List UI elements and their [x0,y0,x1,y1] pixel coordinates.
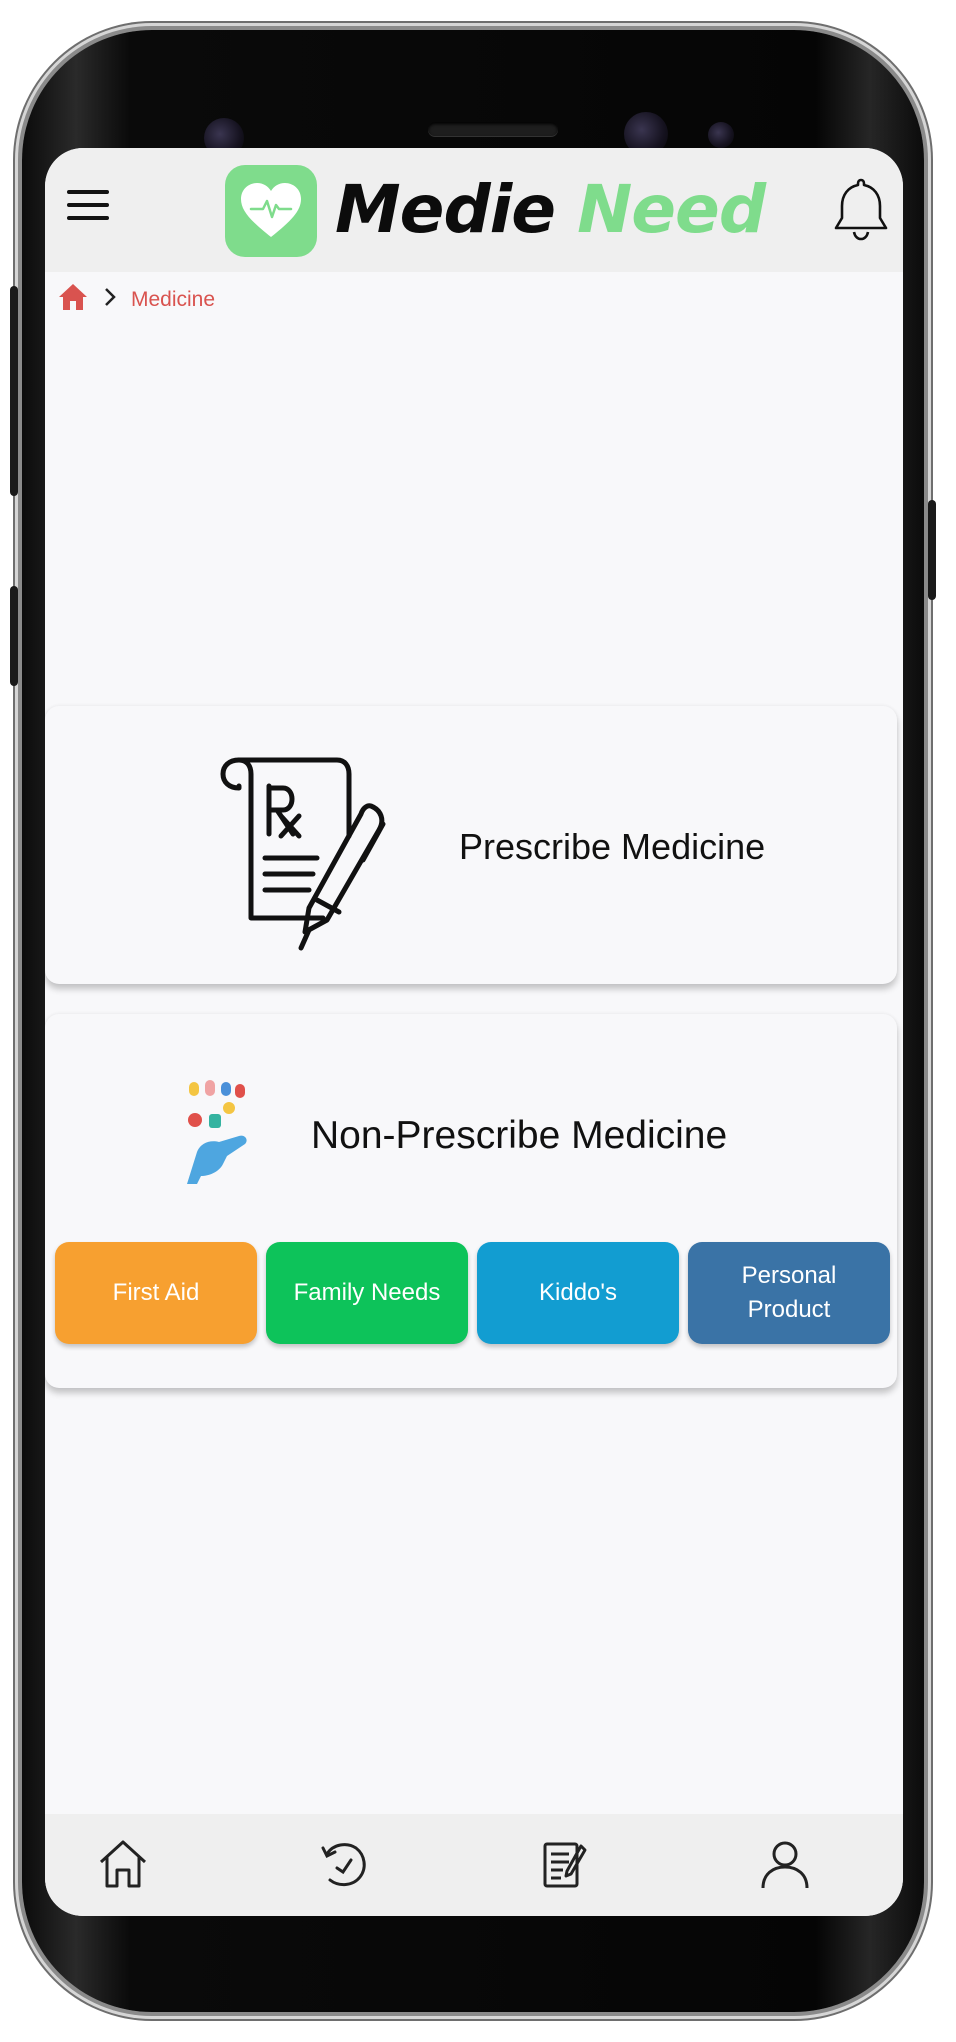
volume-up-button [10,286,18,496]
app-screen: Medie Need Medicine Prescribe Medicine N… [45,148,903,1916]
chevron-right-icon [103,286,117,314]
bell-icon[interactable] [831,176,891,242]
non-prescribe-medicine-title: Non-Prescribe Medicine [311,1114,728,1157]
brand-name-part2: Need [577,171,766,248]
breadcrumb-current: Medicine [131,288,216,311]
proximity-sensor [708,122,734,148]
breadcrumb: Medicine [57,282,215,318]
app-header: Medie Need [45,148,903,272]
home-outline-icon[interactable] [95,1836,151,1892]
history-clock-icon[interactable] [315,1836,371,1892]
earpiece-speaker [428,122,558,136]
brand-name-part1: Medie [335,171,556,248]
first-aid-button[interactable]: First Aid [55,1242,257,1344]
personal-product-button[interactable]: Personal Product [688,1242,890,1344]
family-needs-button[interactable]: Family Needs [266,1242,468,1344]
prescription-rx-pen-icon [213,750,393,960]
home-icon[interactable] [57,282,89,318]
prescribe-medicine-title: Prescribe Medicine [459,826,766,867]
prescribe-medicine-card[interactable]: Prescribe Medicine [45,706,897,984]
user-profile-icon[interactable] [757,1836,813,1892]
heart-pulse-icon [225,165,317,257]
brand-logo-text: Medie Need [335,170,766,250]
kiddos-button[interactable]: Kiddo's [477,1242,679,1344]
orders-list-icon[interactable] [535,1836,591,1892]
hamburger-menu-icon[interactable] [67,190,109,222]
volume-down-button [10,586,18,686]
category-buttons: First Aid Family Needs Kiddo's Personal … [55,1242,891,1346]
non-prescribe-medicine-card: Non-Prescribe Medicine First Aid Family … [45,1014,897,1388]
power-button [928,500,936,600]
bottom-navigation [45,1814,903,1916]
hand-with-pills-icon [179,1078,251,1188]
